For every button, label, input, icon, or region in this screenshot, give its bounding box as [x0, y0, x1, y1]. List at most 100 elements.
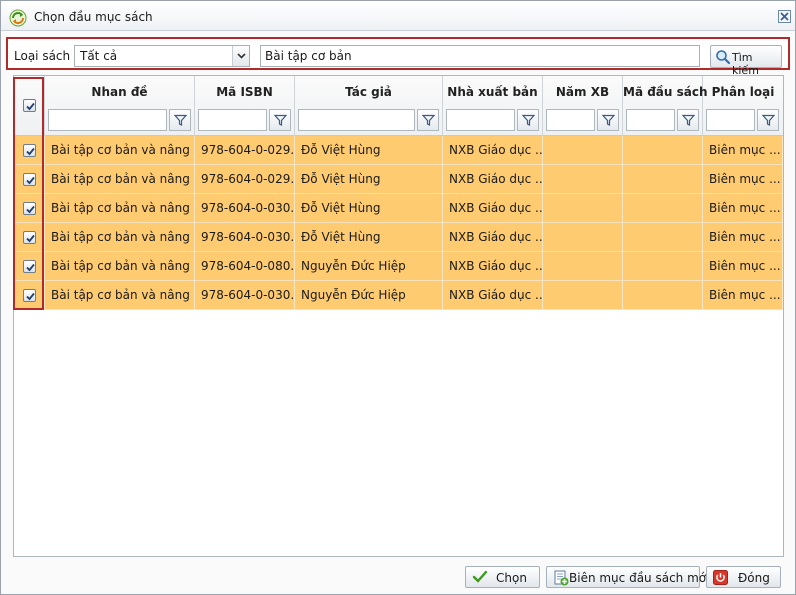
- cell-year: [543, 223, 623, 252]
- choose-button[interactable]: Chọn: [465, 566, 540, 588]
- close-dialog-button-label: Đóng: [738, 571, 770, 585]
- close-icon: [780, 12, 789, 21]
- column-header-year[interactable]: Năm XB: [543, 76, 623, 136]
- checkmark-icon: [26, 205, 35, 214]
- column-header-category-label: Phân loại: [711, 85, 775, 99]
- title-bar: Chọn đầu mục sách: [1, 1, 795, 31]
- category-filter-button[interactable]: [757, 109, 779, 131]
- book-type-select[interactable]: Tất cả: [74, 45, 250, 67]
- column-header-book-code[interactable]: Mã đầu sách: [623, 76, 708, 136]
- select-all-checkbox[interactable]: [23, 99, 36, 112]
- cell-book-code: [623, 281, 703, 310]
- cell-category: Biên mục ...: [703, 136, 783, 165]
- row-checkbox[interactable]: [23, 144, 36, 157]
- filter-bar: Loại sách Tất cả Tìm kiếm: [6, 37, 790, 77]
- table-row[interactable]: Bài tập cơ bản và nâng ... 978-604-0-030.…: [14, 223, 783, 252]
- search-button[interactable]: Tìm kiếm: [710, 45, 782, 77]
- book-type-label: Loại sách: [14, 49, 71, 63]
- row-select-cell: [14, 281, 45, 310]
- title-filter-input[interactable]: [48, 109, 167, 131]
- cell-title: Bài tập cơ bản và nâng ...: [45, 136, 195, 165]
- cell-isbn: 978-604-0-030...: [195, 223, 295, 252]
- window-title: Chọn đầu mục sách: [34, 10, 153, 24]
- filter-icon: [762, 114, 775, 126]
- column-header-publisher-label: Nhà xuất bản: [447, 85, 538, 99]
- column-header-book-code-label: Mã đầu sách: [623, 85, 708, 99]
- cell-publisher: NXB Giáo dục ...: [443, 136, 543, 165]
- new-catalog-button[interactable]: Biên mục đầu sách mới: [546, 566, 709, 589]
- column-header-category[interactable]: Phân loại: [703, 76, 783, 136]
- cell-isbn: 978-604-0-029...: [195, 136, 295, 165]
- author-filter-button[interactable]: [417, 109, 439, 131]
- isbn-filter-input[interactable]: [198, 109, 267, 131]
- checkmark-icon: [26, 292, 35, 301]
- publisher-filter-button[interactable]: [517, 109, 539, 131]
- cell-isbn: 978-604-0-080...: [195, 252, 295, 281]
- cell-book-code: [623, 136, 703, 165]
- cell-publisher: NXB Giáo dục ...: [443, 194, 543, 223]
- row-select-cell: [14, 136, 45, 165]
- row-select-cell: [14, 252, 45, 281]
- cell-publisher: NXB Giáo dục ...: [443, 223, 543, 252]
- dialog-window: Chọn đầu mục sách Loại sách Tất cả Bài t…: [0, 0, 796, 595]
- cell-book-code: [623, 165, 703, 194]
- search-icon: [715, 49, 731, 68]
- row-checkbox[interactable]: [23, 260, 36, 273]
- table-row[interactable]: Bài tập cơ bản và nâng ... 978-604-0-030.…: [14, 281, 783, 310]
- category-filter-input[interactable]: [706, 109, 755, 131]
- isbn-filter-button[interactable]: [269, 109, 291, 131]
- checkmark-icon: [26, 234, 35, 243]
- book-code-filter-input[interactable]: [626, 109, 675, 131]
- cell-author: Đỗ Việt Hùng: [295, 136, 443, 165]
- cell-book-code: [623, 194, 703, 223]
- column-header-isbn[interactable]: Mã ISBN: [195, 76, 295, 136]
- close-dialog-button[interactable]: Đóng: [706, 566, 781, 588]
- title-filter-button[interactable]: [169, 109, 191, 131]
- publisher-filter-input[interactable]: [446, 109, 515, 131]
- cell-isbn: 978-604-0-029...: [195, 165, 295, 194]
- row-checkbox[interactable]: [23, 202, 36, 215]
- book-code-filter-button[interactable]: [677, 109, 699, 131]
- refresh-app-icon: [9, 9, 27, 27]
- cell-title: Bài tập cơ bản và nâng ...: [45, 252, 195, 281]
- search-input[interactable]: [260, 45, 700, 67]
- dropdown-button[interactable]: [232, 46, 249, 66]
- book-type-value: Tất cả: [80, 49, 118, 63]
- close-button[interactable]: [778, 10, 791, 23]
- cell-category: Biên mục ...: [703, 223, 783, 252]
- cell-year: [543, 165, 623, 194]
- filter-icon: [422, 114, 435, 126]
- cell-author: Đỗ Việt Hùng: [295, 194, 443, 223]
- column-header-title-label: Nhan đề: [91, 85, 148, 99]
- column-header-publisher[interactable]: Nhà xuất bản: [443, 76, 543, 136]
- table-row[interactable]: Bài tập cơ bản và nâng ... 978-604-0-029.…: [14, 165, 783, 194]
- author-filter-input[interactable]: [298, 109, 415, 131]
- column-header-title[interactable]: Nhan đề: [45, 76, 195, 136]
- cell-publisher: NXB Giáo dục ...: [443, 281, 543, 310]
- filter-icon: [602, 114, 615, 126]
- cell-year: [543, 194, 623, 223]
- table-row[interactable]: Bài tập cơ bản và nâng ... 978-604-0-029.…: [14, 136, 783, 165]
- year-filter-input[interactable]: [546, 109, 595, 131]
- cell-title: Bài tập cơ bản và nâng ...: [45, 165, 195, 194]
- column-header-author[interactable]: Tác giả: [295, 76, 443, 136]
- cell-isbn: 978-604-0-030...: [195, 194, 295, 223]
- table-row[interactable]: Bài tập cơ bản và nâng ... 978-604-0-080.…: [14, 252, 783, 281]
- cell-year: [543, 252, 623, 281]
- choose-button-label: Chọn: [496, 571, 527, 585]
- cell-year: [543, 136, 623, 165]
- cell-author: Nguyễn Đức Hiệp: [295, 281, 443, 310]
- row-checkbox[interactable]: [23, 173, 36, 186]
- column-header-year-label: Năm XB: [555, 85, 610, 99]
- checkmark-icon: [26, 263, 35, 272]
- row-checkbox[interactable]: [23, 289, 36, 302]
- add-document-icon: [553, 570, 569, 589]
- year-filter-button[interactable]: [597, 109, 619, 131]
- cell-category: Biên mục ...: [703, 252, 783, 281]
- table-row[interactable]: Bài tập cơ bản và nâng ... 978-604-0-030.…: [14, 194, 783, 223]
- row-checkbox[interactable]: [23, 231, 36, 244]
- cell-title: Bài tập cơ bản và nâng ...: [45, 281, 195, 310]
- chevron-down-icon: [237, 53, 246, 59]
- row-select-cell: [14, 194, 45, 223]
- cell-title: Bài tập cơ bản và nâng ...: [45, 223, 195, 252]
